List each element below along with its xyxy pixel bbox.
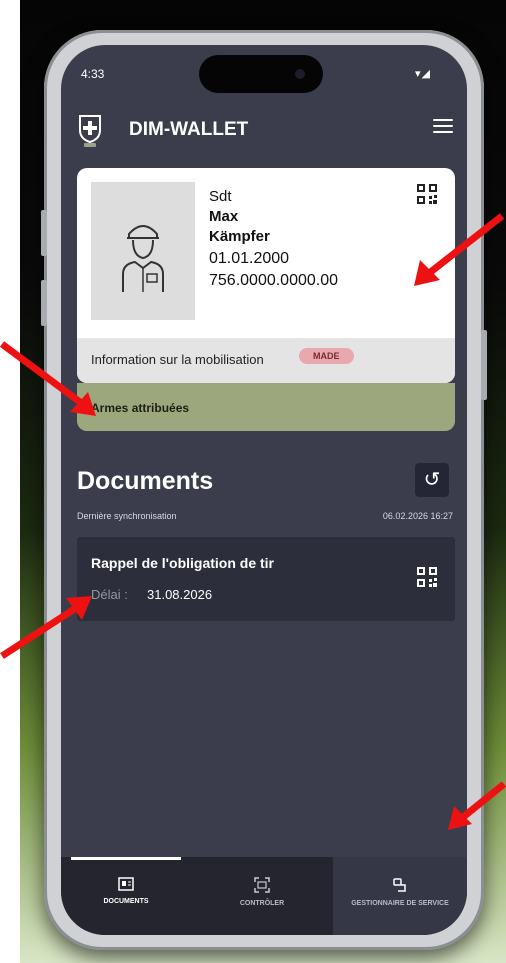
first-name: Max [209, 208, 239, 225]
deadline-label: Délai : [91, 587, 128, 602]
document-card[interactable]: Rappel de l'obligation de tir Délai : 31… [77, 537, 455, 621]
refresh-button[interactable]: ↺ [415, 463, 449, 497]
status-badge: MADE [299, 348, 354, 364]
phone-side-button [41, 210, 47, 256]
background-strip [0, 0, 20, 963]
service-manager-icon [393, 878, 406, 892]
nav-label-documents: DOCUMENTS [103, 898, 149, 905]
annotation-arrow-icon [0, 596, 92, 659]
phone-side-button [481, 330, 487, 400]
qr-code-icon[interactable] [417, 567, 437, 587]
ahv-number: 756.0000.0000.00 [209, 272, 339, 289]
soldier-avatar-icon [122, 225, 164, 292]
last-name: Kämpfer [209, 228, 270, 245]
signal-wifi-icon: ▾◢ [415, 68, 431, 80]
status-time: 4:33 [81, 67, 105, 81]
app-header: DIM-WALLET [61, 103, 467, 153]
nav-label-controler: CONTRÔLER [239, 900, 285, 907]
dynamic-island [199, 55, 323, 93]
nav-item-service-manager[interactable]: GESTIONNAIRE DE SERVICE [333, 857, 467, 935]
nav-item-controler[interactable]: CONTRÔLER [191, 857, 333, 935]
scan-icon [254, 877, 270, 893]
annotation-arrow-icon [414, 213, 505, 286]
app-screen: 4:33 ▾◢ DIM-WALLET Sdt Max Kämpfer 01.01… [61, 45, 467, 935]
rank-label: Sdt [209, 188, 232, 205]
documents-title: Documents [77, 467, 214, 495]
mobilization-info-row[interactable]: Information sur la mobilisation MADE [77, 338, 455, 383]
status-bar: 4:33 ▾◢ [61, 45, 467, 95]
deadline-value: 31.08.2026 [147, 587, 213, 602]
sync-label: Dernière synchronisation [77, 511, 177, 521]
profile-photo [91, 182, 195, 320]
phone-side-button [41, 280, 47, 326]
qr-code-icon[interactable] [417, 184, 437, 204]
annotation-arrow-icon [448, 782, 506, 830]
hamburger-menu-icon[interactable] [433, 119, 453, 135]
refresh-icon: ↺ [423, 469, 441, 491]
bottom-navigation: DOCUMENTS CONTRÔLER GESTIONNAIRE DE SERV… [61, 857, 467, 935]
mobilization-label: Information sur la mobilisation [91, 352, 264, 367]
nav-label-service-manager: GESTIONNAIRE DE SERVICE [351, 900, 449, 907]
birthdate: 01.01.2000 [209, 250, 290, 267]
document-title: Rappel de l'obligation de tir [91, 555, 275, 571]
camera-icon [295, 69, 305, 79]
swiss-cross-shield-icon [79, 115, 101, 147]
id-card-icon [118, 877, 134, 891]
nav-item-documents[interactable]: DOCUMENTS [61, 857, 191, 935]
weapons-label: Armes attribuées [91, 401, 190, 415]
annotation-arrow-icon [0, 341, 96, 416]
sync-timestamp: 06.02.2026 16:27 [382, 511, 453, 521]
app-title: DIM-WALLET [129, 119, 249, 140]
weapons-section[interactable]: Armes attribuées [77, 383, 455, 431]
id-card[interactable]: Sdt Max Kämpfer 01.01.2000 756.0000.0000… [77, 168, 455, 383]
